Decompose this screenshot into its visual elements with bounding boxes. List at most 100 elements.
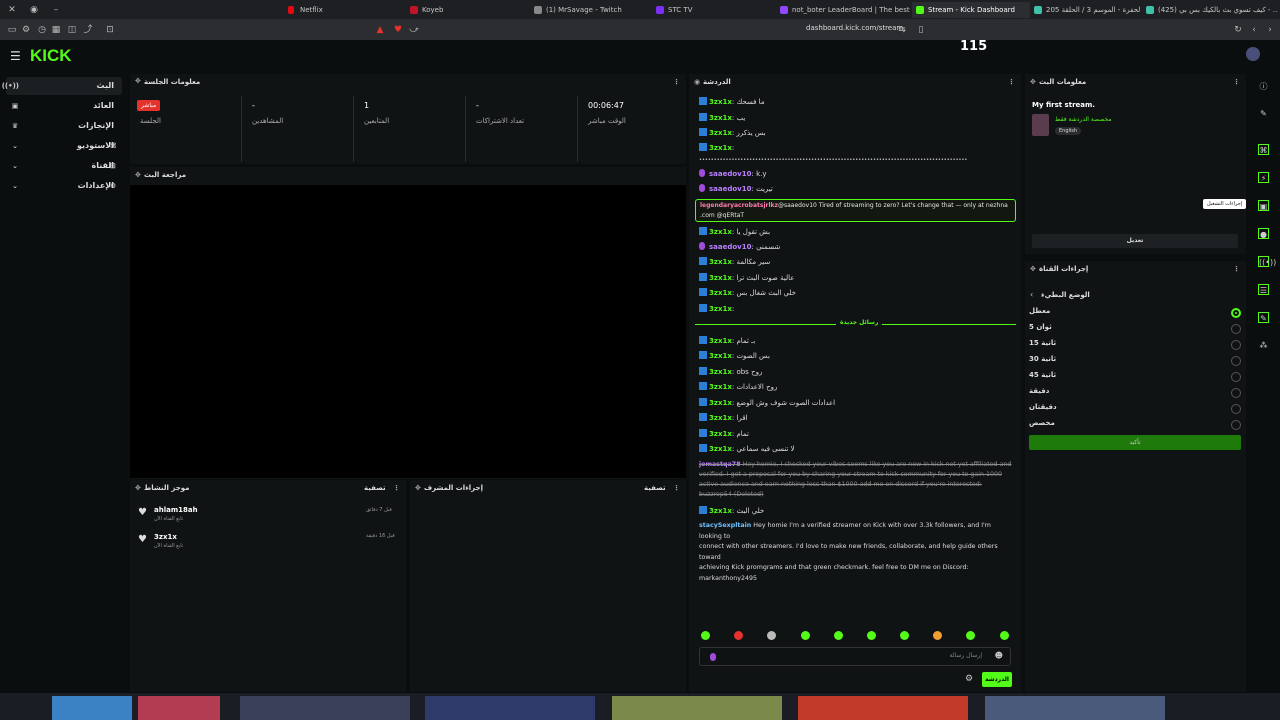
more-icon[interactable]: ⋮ <box>673 74 680 90</box>
emote-icon[interactable] <box>834 631 843 640</box>
translate-icon[interactable]: ⇆ <box>896 24 908 36</box>
chat-icon[interactable]: ● <box>1258 228 1269 239</box>
slow-mode-option-label[interactable]: دقيقة <box>1029 387 1049 395</box>
send-chat-button[interactable]: الدردشة <box>982 672 1012 687</box>
slow-mode-option-label[interactable]: 45 ثانية <box>1029 371 1056 379</box>
slow-mode-radio[interactable] <box>1231 372 1241 382</box>
sidebar-item-settings[interactable]: ⌄ ⚙ الإعدادات <box>6 177 122 195</box>
wrench-icon[interactable]: ✎ <box>1258 312 1269 323</box>
chat-username[interactable]: 3zx1x <box>709 337 732 345</box>
emote-icon[interactable] <box>701 631 710 640</box>
more-icon[interactable]: ⋮ <box>673 480 680 496</box>
more-icon[interactable]: ⋮ <box>1233 261 1240 277</box>
info-icon[interactable]: ⓘ <box>1258 81 1269 92</box>
tab-leaderboard[interactable]: not_boter LeaderBoard | The best Ch <box>776 2 910 18</box>
chat-username[interactable]: 3zx1x <box>709 352 732 360</box>
chat-username[interactable]: 3zx1x <box>709 289 732 297</box>
thumbnail[interactable] <box>985 696 1165 720</box>
chat-username[interactable]: legendaryacrobatsjrlkz <box>700 202 778 209</box>
emote-icon[interactable] <box>966 631 975 640</box>
split-view-icon[interactable]: ◫ <box>66 24 78 36</box>
tab-netflix[interactable]: Netflix <box>284 2 394 18</box>
tab-twitch[interactable]: (1) MrSavage - Twitch <box>530 2 642 18</box>
chat-username[interactable]: jomastqa78 <box>699 461 741 468</box>
sidebar-item-stream[interactable]: ((•)) البث <box>2 77 122 95</box>
thumbnail[interactable] <box>798 696 968 720</box>
edit-stream-button[interactable]: تعديل <box>1032 234 1238 248</box>
emote-icon[interactable] <box>867 631 876 640</box>
emote-icon[interactable] <box>900 631 909 640</box>
avatar[interactable] <box>1246 47 1260 61</box>
more-icon[interactable]: ⋮ <box>393 480 400 496</box>
lightning-icon[interactable]: ⚡ <box>1258 172 1269 183</box>
chat-username[interactable]: 3zx1x <box>709 274 732 282</box>
add-widget-icon[interactable]: ⁂ <box>1258 340 1269 351</box>
tab-kick-dashboard[interactable]: Stream - Kick Dashboard <box>912 2 1030 18</box>
thumbnail[interactable] <box>612 696 782 720</box>
hamburger-menu-icon[interactable]: ☰ <box>10 49 21 63</box>
tab-koyeb[interactable]: Koyeb <box>406 2 518 18</box>
chat-username[interactable]: 3zx1x <box>709 414 732 422</box>
back-icon[interactable]: ‹ <box>1248 24 1260 36</box>
category-name[interactable]: مخصصة الدردشة فقط <box>1055 116 1112 123</box>
filter-button[interactable]: تصفية <box>364 480 386 496</box>
chat-settings-icon[interactable]: ⚙ <box>965 674 973 684</box>
layout-icon[interactable]: ⌘ <box>1258 144 1269 155</box>
emote-icon[interactable] <box>933 631 942 640</box>
minimize-icon[interactable]: – <box>50 4 62 16</box>
tabs-grid-icon[interactable]: ▦ <box>50 24 62 36</box>
chat-username[interactable]: 3zx1x <box>709 368 732 376</box>
share-icon[interactable]: ⤻ <box>408 24 420 36</box>
history-icon[interactable]: ◷ <box>36 24 48 36</box>
thumbnail[interactable] <box>425 696 595 720</box>
bookmark-icon[interactable]: ⤴ <box>82 24 94 36</box>
close-window-icon[interactable]: ✕ <box>6 4 18 16</box>
list-icon[interactable]: ☰ <box>1258 284 1269 295</box>
tab-shahid[interactable]: شاهد الحفرة - الموسم 3 / الحلقة 205 <box>1030 2 1140 18</box>
drag-handle-icon[interactable]: ✥ <box>135 77 141 85</box>
slow-mode-radio[interactable] <box>1231 388 1241 398</box>
tab-youtube[interactable]: (425) كيف تسوي بث بالكيك بس بي - ... <box>1142 2 1278 18</box>
chat-username[interactable]: 3zx1x <box>709 114 732 122</box>
drag-handle-icon[interactable]: ✥ <box>1030 261 1036 277</box>
emote-icon[interactable] <box>801 631 810 640</box>
browser-menu-icon[interactable]: ◉ <box>28 4 40 16</box>
chat-username[interactable]: 3zx1x <box>709 258 732 266</box>
slow-mode-option-label[interactable]: 5 ثوان <box>1029 323 1052 331</box>
url-field[interactable]: dashboard.kick.com/stream <box>806 24 903 32</box>
chat-username[interactable]: 3zx1x <box>709 399 732 407</box>
slow-mode-radio[interactable] <box>1231 324 1241 334</box>
chat-username[interactable]: 3zx1x <box>709 445 732 453</box>
forward-icon[interactable]: › <box>1264 24 1276 36</box>
drag-handle-icon[interactable]: ✥ <box>135 480 141 496</box>
sidebar-toggle-icon[interactable]: ▭ <box>6 24 18 36</box>
chevron-left-icon[interactable]: ‹ <box>1030 290 1033 299</box>
screenshot-icon[interactable]: ⊡ <box>104 24 116 36</box>
pencil-icon[interactable]: ✎ <box>1258 108 1269 119</box>
mic-icon[interactable] <box>710 653 716 661</box>
chat-username[interactable]: saaedov10 <box>709 170 752 178</box>
chat-username[interactable]: 3zx1x <box>709 144 732 152</box>
kick-logo[interactable]: KICK <box>30 46 72 66</box>
filter-button[interactable]: تصفية <box>644 480 666 496</box>
chat-username[interactable]: 3zx1x <box>709 228 732 236</box>
brave-shield-icon[interactable]: ♥ <box>392 24 404 36</box>
emoji-icon[interactable]: ☻ <box>995 651 1003 660</box>
chat-username[interactable]: saaedov10 <box>709 243 752 251</box>
stream-preview-video[interactable] <box>130 185 686 478</box>
broadcast-icon[interactable]: ((•)) <box>1258 256 1276 267</box>
chat-username[interactable]: 3zx1x <box>709 383 732 391</box>
more-icon[interactable]: ⋮ <box>1233 74 1240 90</box>
slow-mode-radio[interactable] <box>1231 404 1241 414</box>
sidebar-item-revenue[interactable]: ▣ العائد <box>6 97 122 115</box>
slow-mode-radio[interactable] <box>1231 420 1241 430</box>
sidebar-item-channel[interactable]: ⌄ ⊞ القناة <box>6 157 122 175</box>
page-icon[interactable]: ▯ <box>915 24 927 36</box>
confirm-button[interactable]: تأكيد <box>1029 435 1241 450</box>
thumbnail[interactable] <box>52 696 132 720</box>
slow-mode-radio[interactable] <box>1231 308 1241 318</box>
more-icon[interactable]: ⋮ <box>1008 74 1015 90</box>
alert-icon[interactable]: ▲ <box>374 24 386 36</box>
slow-mode-option-label[interactable]: معطل <box>1029 307 1050 315</box>
chat-username[interactable]: 3zx1x <box>709 305 732 313</box>
